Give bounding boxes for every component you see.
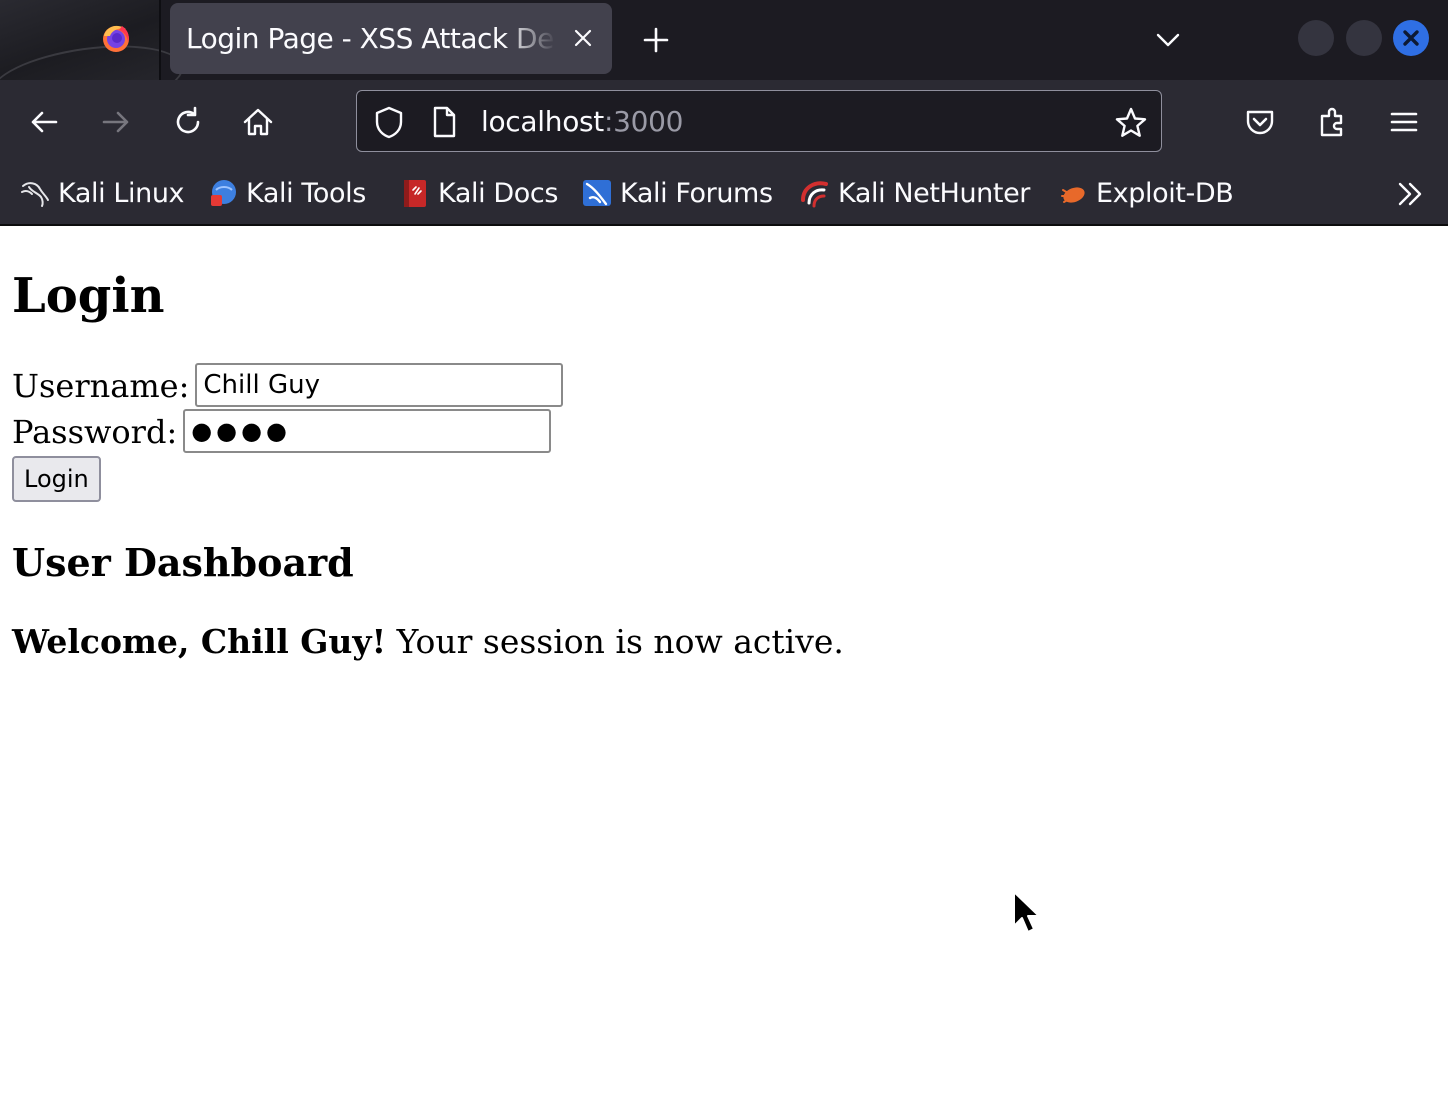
- mouse-pointer-icon: [1013, 891, 1040, 933]
- plus-icon[interactable]: [636, 20, 676, 60]
- welcome-message: Welcome, Chill Guy! Your session is now …: [12, 622, 844, 662]
- web-page: Login Username: Chill Guy Password: ●●●● L…: [0, 226, 1448, 1110]
- bookmark-label: Kali Tools: [246, 177, 366, 209]
- exploit-db-icon: [1061, 187, 1085, 203]
- back-arrow-icon[interactable]: [24, 102, 64, 142]
- login-button[interactable]: Login: [12, 456, 101, 502]
- kali-nethunter-icon: [801, 181, 828, 208]
- bookmarks-toolbar: Kali Linux Kali Tools Kali Docs Kali For…: [0, 162, 1448, 226]
- welcome-greeting: Welcome, Chill Guy!: [12, 622, 387, 661]
- pocket-icon[interactable]: [1240, 102, 1280, 142]
- kali-forums-icon: [583, 180, 611, 206]
- kali-tools-icon: [211, 180, 236, 206]
- shield-icon[interactable]: [371, 103, 407, 141]
- bookmark-label: Kali Forums: [620, 177, 773, 209]
- hamburger-menu-icon[interactable]: [1384, 102, 1424, 142]
- page-info-icon[interactable]: [429, 105, 459, 139]
- star-bookmark-icon[interactable]: [1113, 105, 1149, 141]
- close-icon[interactable]: [568, 23, 598, 53]
- firefox-logo-icon[interactable]: [100, 22, 132, 54]
- minimize-window-button[interactable]: [1298, 20, 1334, 56]
- tab-strip-separator: [159, 0, 161, 80]
- session-status-text: Your session is now active.: [386, 622, 844, 661]
- active-tab[interactable]: Login Page - XSS Attack Demo: [170, 3, 612, 74]
- home-icon[interactable]: [238, 102, 278, 142]
- password-label: Password:: [12, 413, 178, 451]
- close-window-icon: [1403, 30, 1419, 46]
- kali-dragon-icon: [21, 182, 49, 207]
- bookmark-kali-nethunter[interactable]: Kali NetHunter: [800, 162, 1030, 224]
- username-input[interactable]: Chill Guy: [195, 362, 564, 407]
- kali-docs-icon: [404, 180, 426, 207]
- tab-strip: Login Page - XSS Attack Demo: [0, 0, 1448, 80]
- page-title: Login: [12, 268, 165, 324]
- chevron-double-right-icon[interactable]: [1392, 176, 1428, 212]
- url-host: localhost: [481, 105, 604, 138]
- tab-title: Login Page - XSS Attack Demo: [186, 22, 556, 55]
- bookmark-label: Kali NetHunter: [838, 177, 1030, 209]
- bookmark-kali-linux[interactable]: Kali Linux: [20, 162, 185, 224]
- address-bar[interactable]: localhost:3000: [356, 90, 1162, 152]
- password-input[interactable]: ●●●●: [183, 408, 552, 453]
- url-port: :3000: [604, 105, 684, 138]
- chevron-down-icon[interactable]: [1150, 22, 1186, 58]
- bookmark-kali-tools[interactable]: Kali Tools: [208, 162, 366, 224]
- reload-icon[interactable]: [168, 102, 208, 142]
- maximize-window-button[interactable]: [1346, 20, 1382, 56]
- desktop-wallpaper: [0, 0, 160, 80]
- forward-arrow-icon[interactable]: [96, 102, 136, 142]
- username-label: Username:: [12, 367, 190, 405]
- username-row: Username: Chill Guy: [12, 362, 564, 411]
- bookmark-kali-forums[interactable]: Kali Forums: [582, 162, 773, 224]
- bookmark-label: Kali Docs: [438, 177, 558, 209]
- navigation-toolbar: localhost:3000: [0, 80, 1448, 162]
- dashboard-heading: User Dashboard: [12, 540, 354, 585]
- bookmark-label: Kali Linux: [58, 177, 185, 209]
- close-window-button[interactable]: [1393, 20, 1429, 56]
- bookmark-kali-docs[interactable]: Kali Docs: [400, 162, 558, 224]
- bookmark-label: Exploit-DB: [1096, 177, 1234, 209]
- url-text[interactable]: localhost:3000: [481, 91, 684, 153]
- bookmark-exploit-db[interactable]: Exploit-DB: [1058, 162, 1234, 224]
- password-row: Password: ●●●●: [12, 408, 552, 457]
- extensions-puzzle-icon[interactable]: [1313, 102, 1353, 142]
